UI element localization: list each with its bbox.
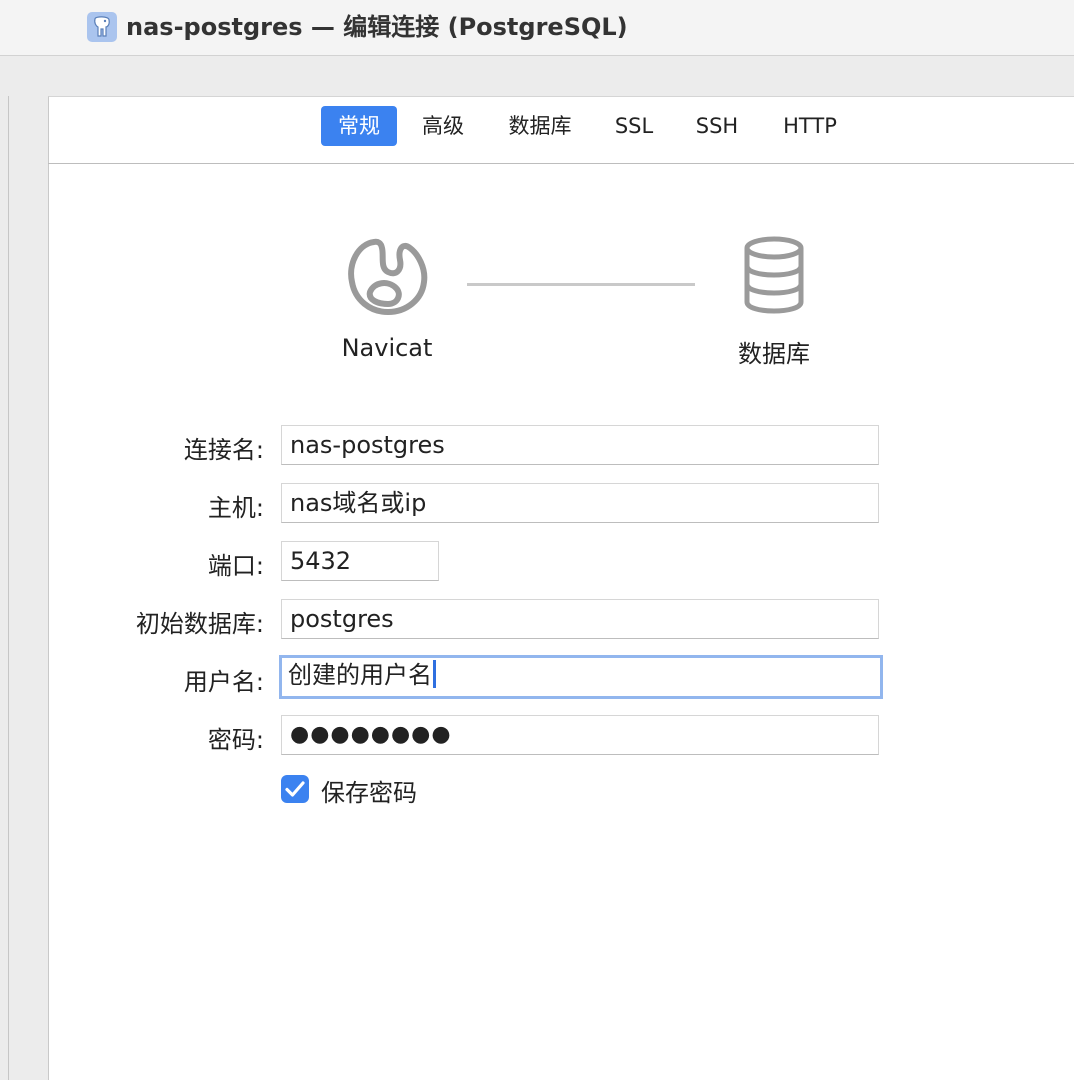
edit-connection-dialog [48,96,1074,1080]
sidebar-gap [9,96,48,1080]
checkmark-icon [285,781,305,797]
connection-name-label: 连接名: [183,436,264,464]
tab-http[interactable]: HTTP [766,106,854,146]
password-label: 密码: [207,726,264,754]
text-caret [433,660,436,688]
username-label: 用户名: [183,668,264,696]
database-icon [744,236,804,314]
tab-ssh[interactable]: SSH [682,106,752,146]
tab-ssl[interactable]: SSL [602,106,666,146]
port-field[interactable]: 5432 [281,541,439,581]
navicat-logo-icon [348,238,428,315]
postgresql-elephant-icon [87,12,117,42]
tab-bar: 常规 高级 数据库 SSL SSH HTTP [48,96,1074,164]
username-value: 创建的用户名 [288,661,432,689]
title-bar: nas-postgres — 编辑连接 (PostgreSQL) [0,0,1074,56]
tab-advanced[interactable]: 高级 [404,106,482,146]
password-field[interactable]: ●●●●●●●● [281,715,879,755]
host-field[interactable]: nas域名或ip [281,483,879,523]
initial-database-field[interactable]: postgres [281,599,879,639]
tab-general[interactable]: 常规 [321,106,397,146]
username-field[interactable]: 创建的用户名 [279,655,883,699]
tab-database[interactable]: 数据库 [496,106,584,146]
port-label: 端口: [207,552,264,580]
host-label: 主机: [207,494,264,522]
connection-line [467,283,695,286]
save-password-checkbox[interactable] [281,775,309,803]
connection-name-field[interactable]: nas-postgres [281,425,879,465]
initial-database-label: 初始数据库: [135,610,264,638]
window-title: nas-postgres — 编辑连接 (PostgreSQL) [126,13,628,41]
toolbar-strip [0,56,1074,96]
navicat-label: Navicat [341,334,433,362]
save-password-label[interactable]: 保存密码 [321,773,417,808]
database-label: 数据库 [738,340,810,368]
sidebar-pane [0,96,9,1080]
